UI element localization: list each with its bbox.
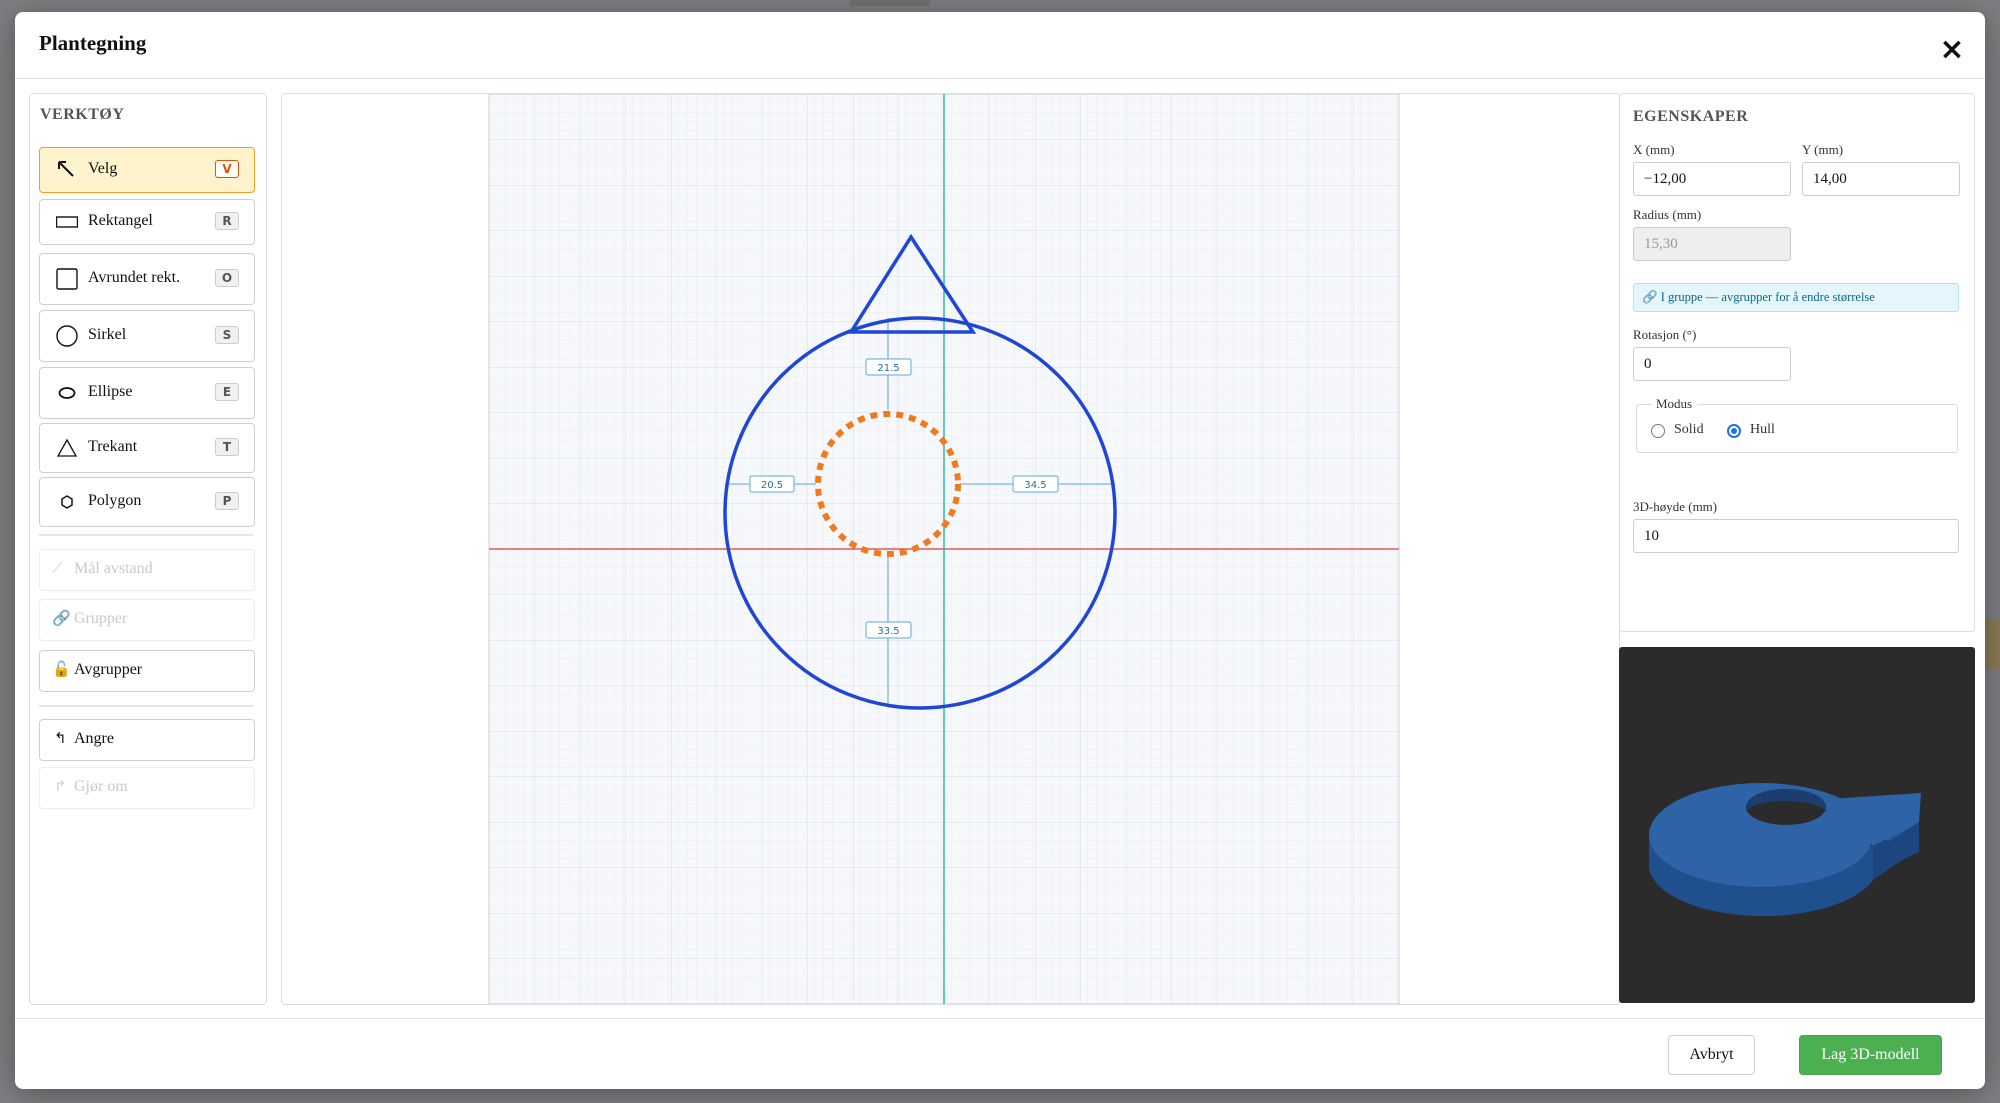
tools-title: VERKTØY — [40, 106, 125, 123]
measure-distance-button[interactable]: ⟋ Mål avstand — [39, 549, 255, 591]
ungroup-button[interactable]: 🔓 Avgrupper — [39, 650, 255, 692]
redo-button[interactable]: ↱ Gjør om — [39, 767, 255, 809]
unlock-icon: 🔓 — [52, 662, 71, 678]
drawing-svg[interactable]: 21.5 20.5 34.5 33.5 — [282, 94, 1619, 1004]
redo-icon: ↱ — [54, 779, 67, 795]
ruler-icon: ⟋ — [52, 561, 63, 577]
height-label: 3D-høyde (mm) — [1633, 499, 1718, 514]
rectangle-icon — [56, 216, 78, 228]
shortcut-key: R — [215, 212, 239, 230]
hexagon-icon — [61, 495, 73, 509]
mode-legend: Modus — [1651, 396, 1698, 412]
shortcut-key: E — [215, 383, 239, 401]
mode-solid-label[interactable]: Solid — [1674, 422, 1704, 438]
mode-solid-radio[interactable] — [1651, 424, 1665, 438]
tool-label: Trekant — [88, 438, 138, 455]
dimension-label-top: 21.5 — [865, 358, 912, 376]
undo-button[interactable]: ↰ Angre — [39, 719, 255, 761]
shortcut-key: V — [215, 160, 239, 178]
dialog-header: Plantegning × — [15, 12, 1985, 79]
close-icon[interactable]: × — [1939, 35, 1965, 65]
svg-text:21.5: 21.5 — [877, 363, 899, 374]
dialog-footer: Avbryt Lag 3D-modell — [15, 1018, 1985, 1089]
triangle-icon — [56, 438, 78, 457]
tool-label: Sirkel — [88, 326, 127, 343]
tools-panel: VERKTØY Velg V Rektangel R Avrundet rekt… — [29, 93, 267, 1005]
dimension-label-right: 34.5 — [1012, 475, 1059, 493]
tool-triangle[interactable]: Trekant T — [39, 423, 255, 473]
backdrop-edge — [1985, 620, 2000, 670]
backdrop-tab — [850, 0, 930, 6]
tool-rounded-rectangle[interactable]: Avrundet rekt. O — [39, 253, 255, 305]
rotation-label: Rotasjon (°) — [1633, 327, 1697, 342]
action-label: Mål avstand — [74, 560, 153, 577]
divider — [39, 534, 253, 536]
properties-panel: EGENSKAPER X (mm) −12,00 Y (mm) 14,00 Ra… — [1619, 93, 1975, 632]
shortcut-key: T — [215, 438, 239, 456]
tool-label: Polygon — [88, 492, 142, 509]
tool-label: Avrundet rekt. — [88, 269, 181, 286]
shortcut-key: P — [215, 492, 239, 510]
tool-label: Ellipse — [88, 383, 133, 400]
dimension-label-bottom: 33.5 — [865, 621, 912, 639]
y-label: Y (mm) — [1802, 142, 1844, 157]
undo-icon: ↰ — [54, 731, 67, 747]
dimension-label-left: 20.5 — [749, 475, 795, 493]
action-label: Grupper — [74, 610, 128, 627]
action-label: Gjør om — [74, 778, 128, 795]
action-label: Angre — [74, 730, 114, 747]
group-info-notice: 🔗 I gruppe — avgrupper for å endre størr… — [1633, 283, 1959, 312]
tool-polygon[interactable]: Polygon P — [39, 477, 255, 527]
x-input[interactable]: −12,00 — [1633, 162, 1791, 196]
radius-input[interactable]: 15,30 — [1633, 227, 1791, 261]
tool-select[interactable]: Velg V — [39, 147, 255, 193]
tool-rectangle[interactable]: Rektangel R — [39, 199, 255, 245]
x-label: X (mm) — [1633, 142, 1675, 157]
plan-drawing-dialog: Plantegning × VERKTØY Velg V Rektangel R… — [15, 12, 1985, 1089]
properties-title: EGENSKAPER — [1633, 108, 1749, 125]
radius-label: Radius (mm) — [1633, 207, 1702, 222]
tool-label: Rektangel — [88, 212, 153, 229]
circle-icon — [56, 325, 78, 347]
tool-label: Velg — [88, 160, 118, 177]
height-input[interactable]: 10 — [1633, 519, 1959, 553]
shortcut-key: S — [215, 326, 239, 344]
tool-circle[interactable]: Sirkel S — [39, 310, 255, 362]
mode-hole-radio[interactable] — [1727, 424, 1741, 438]
shortcut-key: O — [215, 269, 239, 287]
link-icon: 🔗 — [52, 611, 71, 627]
action-label: Avgrupper — [74, 661, 143, 678]
rounded-square-icon — [56, 268, 78, 290]
mode-hole-label[interactable]: Hull — [1750, 422, 1775, 438]
divider — [39, 705, 253, 707]
mode-fieldset: Modus Solid Hull — [1636, 396, 1958, 453]
drawing-canvas[interactable]: 21.5 20.5 34.5 33.5 — [281, 93, 1620, 1005]
svg-text:33.5: 33.5 — [877, 626, 899, 637]
group-button[interactable]: 🔗 Grupper — [39, 599, 255, 641]
dialog-title: Plantegning — [39, 31, 147, 55]
tool-ellipse[interactable]: Ellipse E — [39, 367, 255, 419]
3d-preview[interactable] — [1619, 647, 1975, 1003]
svg-text:34.5: 34.5 — [1024, 480, 1046, 491]
svg-text:20.5: 20.5 — [761, 480, 783, 491]
cancel-button[interactable]: Avbryt — [1668, 1035, 1755, 1075]
y-input[interactable]: 14,00 — [1802, 162, 1960, 196]
rotation-input[interactable]: 0 — [1633, 347, 1791, 381]
arrow-pointer-icon — [58, 161, 74, 177]
ellipse-icon — [58, 387, 76, 399]
create-3d-model-button[interactable]: Lag 3D-modell — [1799, 1035, 1942, 1075]
3d-model-render — [1649, 783, 1921, 917]
